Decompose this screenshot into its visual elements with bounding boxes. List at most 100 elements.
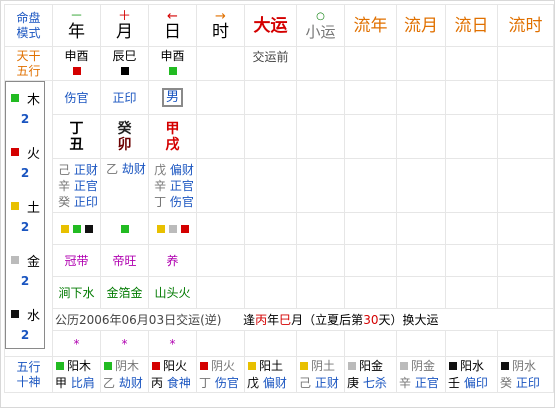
legend-shen: 正财 [314, 375, 339, 390]
wuxing-metal: 金 2 [6, 244, 44, 298]
wuxing-text: 辰巳 [112, 48, 137, 63]
empty-cell [344, 276, 397, 309]
day-pillar[interactable]: 甲 戌 [148, 114, 197, 159]
legend-gan: 丙 [151, 375, 164, 390]
empty-cell [296, 114, 345, 159]
empty-cell [396, 80, 446, 115]
day-zhi: 戌 [165, 136, 180, 153]
wuxing-count: 2 [20, 220, 30, 234]
hidden-gan: 丁 [154, 194, 167, 209]
year-gan: 丁 [69, 120, 84, 137]
legend-wx: 阳金 [359, 358, 384, 373]
legend-gan: 辛 [399, 375, 412, 390]
fire-color-icon [180, 225, 189, 233]
ganzhi-row: 丁 丑 癸 卯 甲 戌 [5, 114, 554, 159]
canggan-row: 己 正财 辛 正官 癸 正印 乙 劫财 戊 偏财 辛 正官 丁 伤官 [5, 158, 554, 213]
legend-shen: 正官 [414, 375, 439, 390]
year-label: 年 [68, 21, 85, 42]
legend-shen: 伤官 [214, 375, 239, 390]
empty-cell [445, 158, 498, 213]
year-shishen[interactable]: 伤官 [52, 80, 101, 115]
fire-color-icon [152, 362, 160, 370]
liuyue-header[interactable]: 流月 [396, 4, 446, 47]
water-color-icon [449, 362, 457, 370]
mode-label-1: 命盘 [16, 10, 41, 25]
empty-cell [497, 276, 554, 309]
year-tg-wuxing: 申酉 [52, 46, 101, 81]
wood-color-icon [72, 225, 81, 233]
row-label-2: 十神 [16, 374, 41, 389]
wuxing-name: 水 [27, 309, 41, 324]
earth-color-icon [60, 225, 69, 233]
wuxing-count: 2 [20, 112, 30, 126]
legend-label: 五行 十神 [4, 356, 53, 393]
legend-gan: 庚 [347, 375, 360, 390]
empty-cell [296, 276, 345, 309]
legend-shen: 食神 [166, 375, 191, 390]
month-shishen[interactable]: 正印 [100, 80, 149, 115]
month-canggan: 乙 劫财 [100, 158, 149, 213]
month-header[interactable]: ＋ 月 [100, 4, 149, 47]
liunian-header[interactable]: 流年 [344, 4, 397, 47]
hidden-shishen: 偏财 [169, 162, 194, 177]
liushi-header[interactable]: 流时 [497, 4, 554, 47]
jiaoyun-text: 年 [267, 313, 280, 327]
hour-header[interactable]: → 时 [196, 4, 245, 47]
year-pillar[interactable]: 丁 丑 [52, 114, 101, 159]
empty-cell [497, 330, 554, 357]
empty-cell [244, 244, 297, 277]
legend-shen: 比肩 [70, 375, 95, 390]
jiaoyun-text: 逢 [243, 313, 256, 327]
hour-changsheng [196, 244, 245, 277]
month-pillar[interactable]: 癸 卯 [100, 114, 149, 159]
legend-wx: 阳火 [163, 358, 188, 373]
day-star[interactable]: * [148, 330, 197, 357]
hidden-gan: 辛 [154, 178, 167, 193]
xiaoyun-header[interactable]: ○ 小运 [296, 4, 345, 47]
hour-canggan [196, 158, 245, 213]
water-color-icon [84, 225, 93, 233]
liuri-header[interactable]: 流日 [445, 4, 498, 47]
legend-gan: 甲 [55, 375, 68, 390]
month-star[interactable]: * [100, 330, 149, 357]
legend-ding: 阴火丁 伤官 [196, 356, 245, 393]
mode-header[interactable]: 命盘 模式 [4, 4, 53, 47]
day-label: 日 [164, 21, 181, 42]
empty-cell [344, 330, 397, 357]
legend-gan: 乙 [103, 375, 116, 390]
gender-badge[interactable]: 男 [161, 88, 183, 107]
wuxing-count: 2 [20, 274, 30, 288]
hidden-shishen: 劫财 [121, 162, 146, 176]
day-header[interactable]: ← 日 [148, 4, 197, 47]
wood-color-icon [168, 67, 177, 75]
legend-gan: 己 [299, 375, 312, 390]
year-zhi-wuxing [52, 212, 101, 245]
mode-label-2: 模式 [16, 25, 41, 40]
legend-xin: 阴金辛 正官 [396, 356, 446, 393]
stars-row: * * * [5, 330, 554, 357]
wood-color-icon [104, 362, 112, 370]
hour-pillar [196, 114, 245, 159]
empty-cell [396, 46, 446, 81]
legend-gan: 丁 [199, 375, 212, 390]
earth-color-icon [11, 202, 19, 210]
month-zhi-wuxing [100, 212, 149, 245]
year-header[interactable]: － 年 [52, 4, 101, 47]
legend-shen: 劫财 [118, 375, 143, 390]
empty-cell [344, 80, 397, 115]
liuri-label: 流日 [454, 15, 489, 36]
dayun-label: 大运 [253, 15, 288, 36]
day-changsheng: 养 [148, 244, 197, 277]
wuxing-name: 土 [27, 201, 41, 216]
month-zhi: 卯 [117, 136, 132, 153]
hour-star [196, 330, 245, 357]
empty-cell [396, 158, 446, 213]
legend-gan: 癸 [500, 375, 513, 390]
empty-cell [497, 244, 554, 277]
dayun-header[interactable]: 大运 [244, 4, 297, 47]
month-changsheng: 帝旺 [100, 244, 149, 277]
year-star[interactable]: * [52, 330, 101, 357]
empty-cell [445, 244, 498, 277]
jiaoyun-text: 月（立夏后第 [291, 313, 364, 327]
wuxing-text: 申酉 [64, 48, 89, 63]
